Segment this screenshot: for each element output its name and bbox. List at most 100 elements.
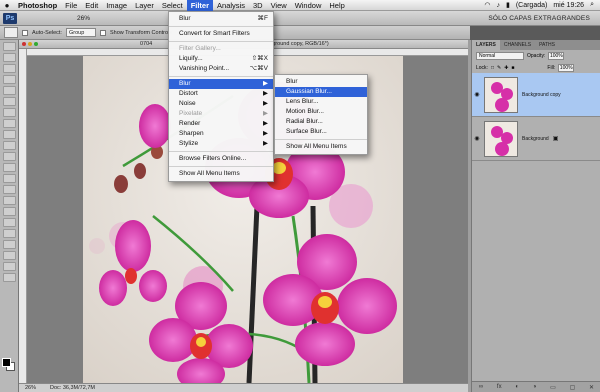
menu-file[interactable]: File: [61, 0, 81, 11]
healing-tool-icon[interactable]: [2, 108, 16, 117]
path-select-tool-icon[interactable]: [2, 218, 16, 227]
volume-icon[interactable]: ♪: [496, 2, 500, 9]
brush-tool-icon[interactable]: [2, 119, 16, 128]
menu-layer[interactable]: Layer: [131, 0, 158, 11]
auto-select-dropdown[interactable]: Group: [65, 28, 96, 37]
opacity-field[interactable]: 100%: [548, 52, 565, 60]
submenu-arrow-icon: ▶: [263, 130, 268, 137]
filter-last-blur[interactable]: Blur ⌘F: [169, 14, 273, 24]
dodge-tool-icon[interactable]: [2, 185, 16, 194]
lasso-tool-icon[interactable]: [2, 64, 16, 73]
zoom-window-button[interactable]: [34, 42, 38, 46]
sharpen-submenu[interactable]: Sharpen ▶: [169, 129, 273, 139]
menu-view[interactable]: View: [267, 0, 291, 11]
visibility-eye-icon[interactable]: ◉: [472, 135, 482, 142]
layer-lock-icon: ▣: [552, 136, 559, 142]
liquify[interactable]: Liquify... ⇧⌘X: [169, 54, 273, 64]
menu-select[interactable]: Select: [158, 0, 187, 11]
layer-thumbnail: [484, 76, 518, 113]
workspace-switcher[interactable]: SÓLO CAPAS EXTRAGRANDES: [488, 15, 590, 22]
history-brush-tool-icon[interactable]: [2, 141, 16, 150]
tab-channels[interactable]: CHANNELS: [500, 40, 535, 50]
lock-paint-icon[interactable]: ✎: [497, 65, 501, 71]
adjustment-icon[interactable]: ◑: [533, 384, 537, 390]
blur-tool-icon[interactable]: [2, 174, 16, 183]
visibility-eye-icon[interactable]: ◉: [472, 91, 482, 98]
clock[interactable]: mié 19:26: [553, 2, 584, 9]
new-layer-icon[interactable]: ▢: [570, 384, 576, 391]
show-all-menu-items-sub[interactable]: Show All Menu Items: [275, 142, 367, 152]
gradient-tool-icon[interactable]: [2, 163, 16, 172]
link-icon[interactable]: ∞: [479, 384, 483, 390]
show-transform-checkbox[interactable]: [99, 29, 106, 36]
distort-submenu[interactable]: Distort ▶: [169, 89, 273, 99]
crop-tool-icon[interactable]: [2, 86, 16, 95]
status-zoom[interactable]: 26%: [25, 385, 36, 391]
apple-menu-icon[interactable]: ●: [0, 1, 14, 10]
spotlight-icon[interactable]: ⌕: [590, 1, 594, 9]
menu-help[interactable]: Help: [325, 0, 348, 11]
blur-item[interactable]: Blur: [275, 77, 367, 87]
move-tool-icon[interactable]: [2, 42, 16, 51]
eraser-tool-icon[interactable]: [2, 152, 16, 161]
motion-blur-item[interactable]: Motion Blur...: [275, 107, 367, 117]
show-all-menu-items[interactable]: Show All Menu Items: [169, 169, 273, 179]
eyedropper-tool-icon[interactable]: [2, 97, 16, 106]
menu-image[interactable]: Image: [102, 0, 131, 11]
shape-tool-icon[interactable]: [2, 229, 16, 238]
hand-tool-icon[interactable]: [2, 262, 16, 271]
tool-preset-picker[interactable]: [4, 27, 18, 38]
foreground-color-swatch[interactable]: [2, 358, 11, 367]
noise-submenu[interactable]: Noise ▶: [169, 99, 273, 109]
type-tool-icon[interactable]: [2, 207, 16, 216]
fx-icon[interactable]: fx: [497, 384, 502, 390]
layer-row-background-copy[interactable]: ◉ Background copy: [472, 73, 600, 117]
3d-orbit-tool-icon[interactable]: [2, 251, 16, 260]
lock-pixels-icon[interactable]: □: [491, 65, 494, 71]
menu-analysis[interactable]: Analysis: [213, 0, 249, 11]
mask-icon[interactable]: ◐: [515, 384, 519, 390]
wifi-icon[interactable]: ◠: [484, 1, 490, 9]
menu-edit[interactable]: Edit: [81, 0, 102, 11]
doc-size[interactable]: Doc: 36,3M/72,7M: [50, 385, 95, 391]
quick-select-tool-icon[interactable]: [2, 75, 16, 84]
close-window-button[interactable]: [22, 42, 26, 46]
tab-paths[interactable]: PATHS: [535, 40, 559, 50]
zoom-level[interactable]: 26%: [77, 15, 90, 22]
3d-rotate-tool-icon[interactable]: [2, 240, 16, 249]
convert-smart-filters[interactable]: Convert for Smart Filters: [169, 29, 273, 39]
blend-row: Normal Opacity: 100%: [472, 50, 600, 62]
menu-filter[interactable]: Filter: [186, 0, 214, 11]
stylize-submenu[interactable]: Stylize ▶: [169, 139, 273, 149]
radial-blur-item[interactable]: Radial Blur...: [275, 117, 367, 127]
auto-select-label: Auto-Select:: [32, 29, 62, 36]
clone-stamp-tool-icon[interactable]: [2, 130, 16, 139]
vanishing-point[interactable]: Vanishing Point... ⌥⌘V: [169, 64, 273, 74]
layer-row-background[interactable]: ◉ Background ▣: [472, 117, 600, 161]
layer-name[interactable]: Background: [522, 136, 549, 142]
lens-blur-item[interactable]: Lens Blur...: [275, 97, 367, 107]
surface-blur-item[interactable]: Surface Blur...: [275, 127, 367, 137]
auto-select-checkbox[interactable]: [22, 29, 28, 36]
gaussian-blur-item[interactable]: Gaussian Blur...: [275, 87, 367, 97]
lock-move-icon[interactable]: ✚: [504, 65, 508, 71]
blur-submenu[interactable]: Blur ▶: [169, 79, 273, 89]
minimize-window-button[interactable]: [28, 42, 32, 46]
marquee-tool-icon[interactable]: [2, 53, 16, 62]
fill-field[interactable]: 100%: [558, 63, 575, 72]
browse-filters-online[interactable]: Browse Filters Online...: [169, 154, 273, 164]
menu-app[interactable]: Photoshop: [14, 0, 61, 11]
menu-3d[interactable]: 3D: [249, 0, 267, 11]
render-submenu[interactable]: Render ▶: [169, 119, 273, 129]
folder-icon[interactable]: ▭: [550, 384, 556, 391]
zoom-tool-icon[interactable]: [2, 273, 16, 282]
pen-tool-icon[interactable]: [2, 196, 16, 205]
trash-icon[interactable]: ✕: [589, 384, 594, 391]
ruler-vertical[interactable]: [19, 49, 27, 383]
menu-window[interactable]: Window: [291, 0, 326, 11]
battery-icon[interactable]: ▮: [506, 1, 510, 9]
lock-all-icon[interactable]: ■: [511, 65, 514, 71]
tab-layers[interactable]: LAYERS: [472, 40, 500, 50]
layer-name[interactable]: Background copy: [522, 92, 561, 98]
blend-mode-select[interactable]: Normal: [476, 52, 524, 60]
